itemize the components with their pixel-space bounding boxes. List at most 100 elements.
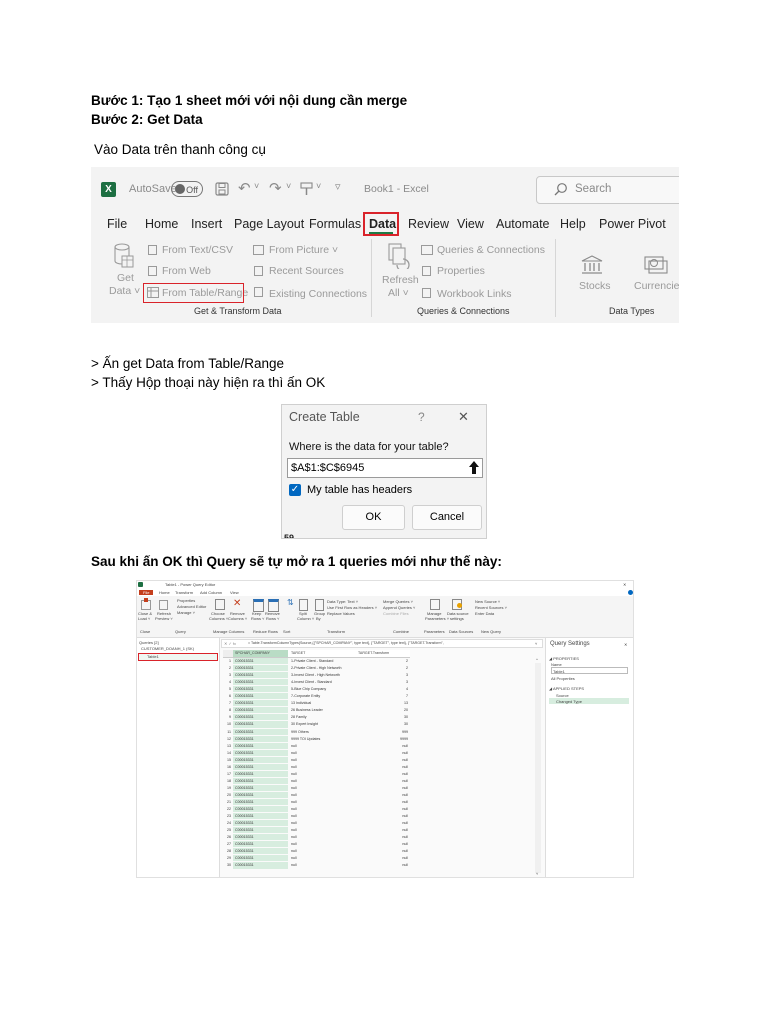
pq-enter-data[interactable]: Enter Data — [475, 611, 494, 616]
cell-target-transform[interactable]: 3 — [356, 672, 410, 678]
cell-spchar-company[interactable]: C00015331 — [233, 862, 288, 869]
pq-data-type[interactable]: Data Type: Text ˅ — [327, 599, 358, 604]
cell-spchar-company[interactable]: C00015331 — [233, 841, 288, 848]
cell-target-transform[interactable]: 4 — [356, 686, 410, 692]
table-row[interactable]: 21 C00015331 null null — [223, 799, 410, 806]
col-header-spchar-company[interactable]: SPCHAR_COMPANY — [235, 651, 270, 655]
pq-manage[interactable]: Manage ˅ — [177, 610, 195, 615]
pq-tab-view[interactable]: View — [230, 590, 239, 595]
tab-home[interactable]: Home — [145, 217, 178, 231]
cell-target[interactable]: null — [289, 855, 355, 861]
cell-target-transform[interactable]: 999 — [356, 729, 410, 735]
cell-target-transform[interactable]: 30 — [356, 714, 410, 720]
painter-dropdown-icon[interactable]: ˅ — [316, 181, 321, 191]
pq-close-icon[interactable]: ✕ — [623, 582, 626, 587]
help-icon[interactable]: ? — [418, 410, 425, 424]
pq-tab-transform[interactable]: Transform — [175, 590, 193, 595]
table-row[interactable]: 19 C00015331 null null — [223, 784, 410, 791]
cell-target[interactable]: null — [289, 792, 355, 798]
cell-spchar-company[interactable]: C00015331 — [233, 714, 288, 721]
cell-spchar-company[interactable]: C00015331 — [233, 672, 288, 679]
table-row[interactable]: 18 C00015331 null null — [223, 777, 410, 784]
cell-target[interactable]: null — [289, 771, 355, 777]
save-icon[interactable] — [215, 182, 229, 196]
close-icon[interactable]: ✕ — [458, 409, 469, 425]
pq-keep-2[interactable]: Rows ˅ — [251, 616, 264, 621]
tab-page-layout[interactable]: Page Layout — [234, 217, 304, 231]
undo-dropdown-icon[interactable]: ˅ — [254, 181, 259, 191]
pq-first-row-headers[interactable]: Use First Row as Headers ˅ — [327, 605, 377, 610]
cell-target-transform[interactable]: 3 — [356, 679, 410, 685]
table-row[interactable]: 7 C00015331 13 Individual 13 — [223, 700, 410, 707]
cell-target-transform[interactable]: null — [356, 764, 410, 770]
scroll-up-icon[interactable]: ^ — [536, 657, 538, 662]
from-web[interactable]: From Web — [162, 265, 211, 277]
cell-spchar-company[interactable]: C00015331 — [233, 834, 288, 841]
pq-merge-queries[interactable]: Merge Queries ˅ — [383, 599, 413, 604]
table-row[interactable]: 15 C00015331 null null — [223, 756, 410, 763]
cell-spchar-company[interactable]: C00015331 — [233, 658, 288, 665]
pq-remove-rows-2[interactable]: Rows ˅ — [266, 616, 279, 621]
pq-data-source-2[interactable]: settings — [450, 616, 464, 621]
refresh-label-2[interactable]: All ˅ — [388, 287, 409, 299]
cell-spchar-company[interactable]: C00015331 — [233, 820, 288, 827]
table-row[interactable]: 30 C00015331 null null — [223, 862, 410, 869]
table-row[interactable]: 14 C00015331 null null — [223, 749, 410, 756]
cell-spchar-company[interactable]: C00015331 — [233, 686, 288, 693]
pq-remove-2[interactable]: Columns ˅ — [228, 616, 247, 621]
pq-properties[interactable]: Properties — [177, 598, 195, 603]
cell-target[interactable]: null — [289, 841, 355, 847]
table-row[interactable]: 4 C00015331 4-Invest Client - Standard 3 — [223, 679, 410, 686]
cell-spchar-company[interactable]: C00015331 — [233, 749, 288, 756]
table-row[interactable]: 20 C00015331 null null — [223, 791, 410, 799]
existing-connections[interactable]: Existing Connections — [269, 288, 367, 300]
cell-spchar-company[interactable]: C00015331 — [233, 777, 288, 784]
cell-spchar-company[interactable]: C00015331 — [233, 700, 288, 707]
headers-checkbox-label[interactable]: My table has headers — [307, 484, 412, 496]
properties[interactable]: Properties — [437, 265, 485, 277]
pq-replace-values[interactable]: Replace Values — [327, 611, 355, 616]
cell-target-transform[interactable]: null — [356, 855, 410, 861]
cell-target[interactable]: null — [289, 806, 355, 812]
cell-spchar-company[interactable]: C00015331 — [233, 742, 288, 749]
pq-advanced-editor[interactable]: Advanced Editor — [177, 604, 206, 609]
table-row[interactable]: 27 C00015331 null null — [223, 841, 410, 848]
pq-new-source[interactable]: New Source ˅ — [475, 599, 500, 604]
cell-target-transform[interactable]: null — [356, 827, 410, 833]
cell-target-transform[interactable]: 20 — [356, 707, 410, 713]
pq-recent-sources[interactable]: Recent Sources ˅ — [475, 605, 507, 610]
range-input[interactable]: $A$1:$C$6945 — [287, 458, 483, 478]
pq-manage-params-2[interactable]: Parameters ˅ — [425, 616, 449, 621]
cell-target[interactable]: null — [289, 764, 355, 770]
formula-expand-icon[interactable]: ˅ — [535, 641, 537, 646]
cell-target-transform[interactable]: null — [356, 806, 410, 812]
headers-checkbox[interactable]: ✓ — [289, 484, 301, 496]
pq-group-2[interactable]: By — [316, 616, 321, 621]
search-box[interactable]: Search — [536, 176, 679, 204]
cell-target-transform[interactable]: null — [356, 785, 410, 791]
cell-target-transform[interactable]: null — [356, 757, 410, 763]
queries-connections[interactable]: Queries & Connections — [437, 244, 545, 256]
cell-target[interactable]: null — [289, 827, 355, 833]
cell-spchar-company[interactable]: C00015331 — [233, 665, 288, 672]
cell-spchar-company[interactable]: C00015331 — [233, 679, 288, 686]
pq-append-queries[interactable]: Append Queries ˅ — [383, 605, 415, 610]
cell-target[interactable]: 5-Blue Chip Company — [289, 686, 355, 692]
pq-tab-file[interactable]: File — [139, 590, 154, 595]
formula-bar[interactable]: ✕ ✓ fx = Table.TransformColumnTypes(Sour… — [221, 639, 543, 648]
cell-target-transform[interactable]: null — [356, 778, 410, 784]
ok-button[interactable]: OK — [342, 505, 405, 530]
cell-target-transform[interactable]: null — [356, 848, 410, 854]
cell-target-transform[interactable]: null — [356, 799, 410, 805]
cell-target[interactable]: null — [289, 848, 355, 854]
pq-split-2[interactable]: Column ˅ — [297, 616, 314, 621]
table-row[interactable]: 16 C00015331 null null — [223, 763, 410, 770]
scroll-down-icon[interactable]: ˅ — [536, 871, 538, 876]
stocks[interactable]: Stocks — [579, 280, 611, 292]
tab-power-pivot[interactable]: Power Pivot — [599, 217, 666, 231]
cell-target[interactable]: null — [289, 813, 355, 819]
settings-close-icon[interactable]: ✕ — [624, 642, 627, 647]
tab-view[interactable]: View — [457, 217, 484, 231]
table-row[interactable]: 17 C00015331 null null — [223, 770, 410, 777]
col-header-target[interactable]: TARGET — [291, 651, 305, 655]
